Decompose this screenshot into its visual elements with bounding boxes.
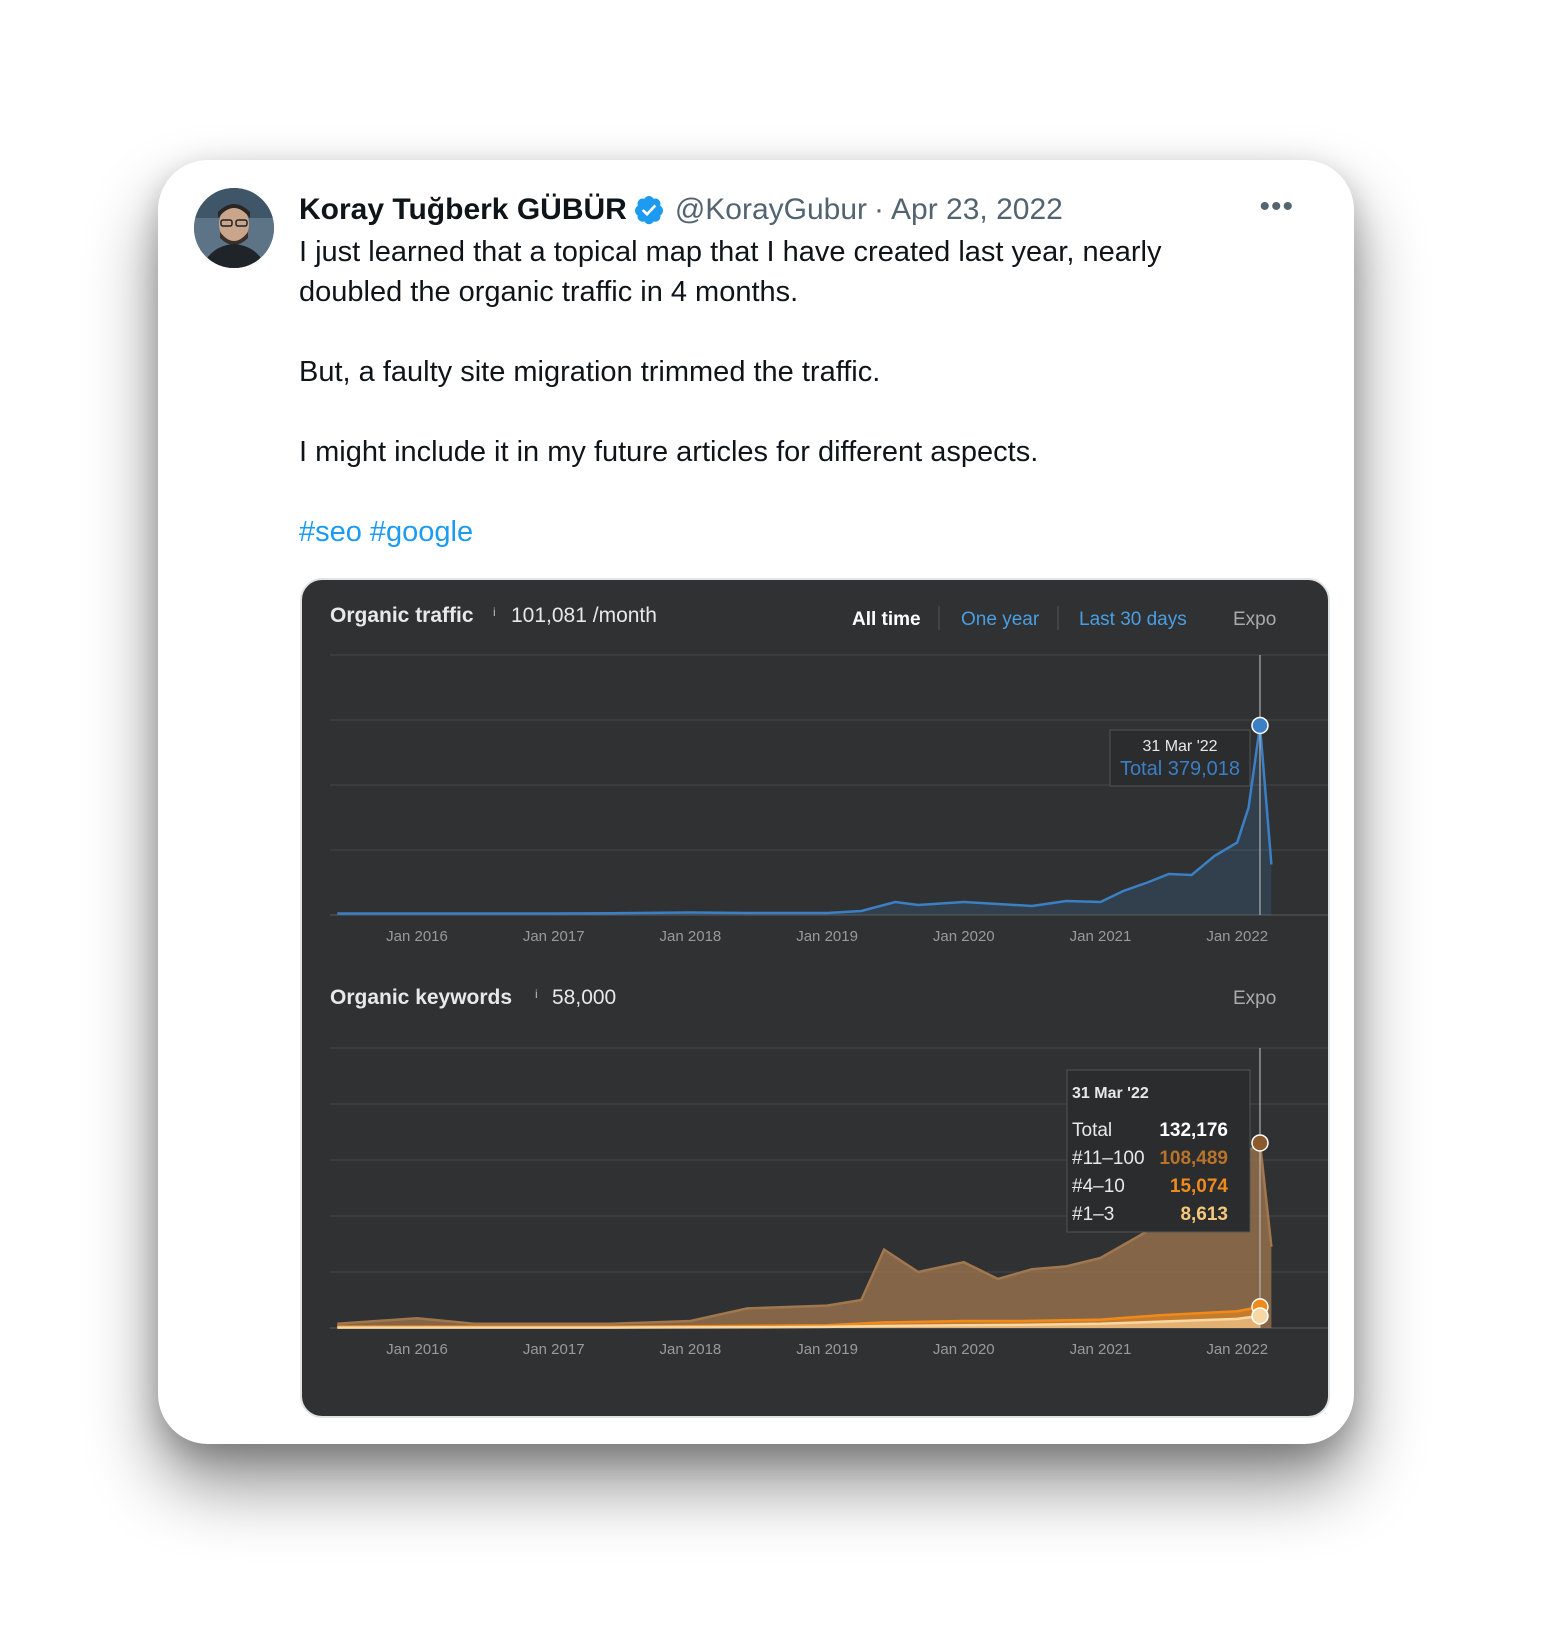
- avatar-photo: [194, 188, 274, 268]
- x-tick-label: Jan 2018: [660, 1341, 722, 1358]
- x-tick-label: Jan 2016: [386, 1341, 448, 1358]
- traffic-header: Organic traffic i 101,081 /month All tim…: [330, 604, 1276, 630]
- avatar[interactable]: [194, 188, 274, 268]
- tweet-header: Koray Tuğberk GÜBÜR @KorayGubur · Apr 23…: [299, 188, 1294, 232]
- x-tick-label: Jan 2017: [523, 1341, 585, 1358]
- keywords-value: 58,000: [552, 986, 616, 1009]
- info-icon[interactable]: i: [493, 605, 496, 619]
- tooltip-total: Total 379,018: [1120, 758, 1240, 780]
- x-tick-label: Jan 2016: [386, 928, 448, 945]
- tooltip-row-value: 15,074: [1170, 1176, 1229, 1197]
- tweet-paragraph: I just learned that a topical map that I…: [299, 236, 1162, 308]
- verified-badge-icon: [634, 196, 663, 225]
- traffic-tooltip: 31 Mar '22 Total 379,018: [1109, 729, 1251, 787]
- more-options-icon[interactable]: •••: [1259, 190, 1294, 224]
- tooltip-row-value: 108,489: [1159, 1148, 1228, 1169]
- tweet-text: I just learned that a topical map that I…: [299, 232, 1219, 552]
- tweet-date[interactable]: Apr 23, 2022: [891, 193, 1063, 227]
- tooltip-row-label: #11–100: [1072, 1148, 1145, 1169]
- x-tick-label: Jan 2022: [1206, 928, 1268, 945]
- export-button[interactable]: Expo: [1233, 988, 1276, 1009]
- x-tick-label: Jan 2021: [1070, 928, 1132, 945]
- x-tick-label: Jan 2019: [796, 1341, 858, 1358]
- x-tick-label: Jan 2020: [933, 1341, 995, 1358]
- traffic-chart: Jan 2016 Jan 2017 Jan 2018 Jan 2019 Jan 2020…: [330, 654, 1328, 945]
- tooltip-date: 31 Mar '22: [1142, 738, 1217, 755]
- export-button[interactable]: Expo: [1233, 609, 1276, 630]
- tooltip-date: 31 Mar '22: [1072, 1085, 1149, 1102]
- info-icon[interactable]: i: [535, 987, 538, 1001]
- tooltip-row-label: #1–3: [1072, 1204, 1114, 1225]
- x-tick-label: Jan 2017: [523, 928, 585, 945]
- seo-charts-screenshot: Organic traffic i 101,081 /month All tim…: [330, 604, 1328, 1358]
- keywords-title: Organic keywords: [330, 986, 512, 1009]
- header-separator: ·: [874, 193, 885, 226]
- keywords-header: Organic keywords i 58,000 Expo: [330, 986, 1276, 1009]
- hover-point: [1251, 716, 1269, 735]
- keywords-tooltip: 31 Mar '22 Total 132,176 #11–100 108,489 #4–…: [1066, 1069, 1251, 1233]
- x-tick-label: Jan 2020: [933, 928, 995, 945]
- hover-point: [1251, 1134, 1269, 1152]
- tooltip-row-value: 8,613: [1180, 1204, 1228, 1225]
- tweet-paragraph: But, a faulty site migration trimmed the…: [299, 356, 881, 388]
- x-tick-label: Jan 2018: [660, 928, 722, 945]
- tooltip-row-label: #4–10: [1072, 1176, 1125, 1197]
- traffic-title: Organic traffic: [330, 604, 474, 627]
- x-tick-label: Jan 2019: [796, 928, 858, 945]
- tweet-paragraph: I might include it in my future articles…: [299, 436, 1039, 468]
- tooltip-row-label: Total: [1072, 1120, 1112, 1141]
- hashtag-link[interactable]: #google: [370, 516, 473, 548]
- hover-point: [1251, 1307, 1269, 1325]
- hashtag-list: #seo #google: [299, 512, 1219, 552]
- author-handle[interactable]: @KorayGubur: [675, 193, 867, 227]
- tweet-media-image[interactable]: Organic traffic i 101,081 /month All tim…: [300, 578, 1330, 1418]
- x-tick-label: Jan 2021: [1070, 1341, 1132, 1358]
- tab-one-year[interactable]: One year: [961, 609, 1040, 630]
- tweet-card: Koray Tuğberk GÜBÜR @KorayGubur · Apr 23…: [158, 160, 1354, 1444]
- x-tick-label: Jan 2022: [1206, 1341, 1268, 1358]
- tab-last-30-days[interactable]: Last 30 days: [1079, 609, 1187, 630]
- traffic-value: 101,081 /month: [511, 604, 657, 627]
- hashtag-link[interactable]: #seo: [299, 516, 362, 548]
- author-name[interactable]: Koray Tuğberk GÜBÜR: [299, 193, 627, 227]
- tooltip-row-value: 132,176: [1159, 1120, 1228, 1141]
- tab-all-time[interactable]: All time: [852, 609, 921, 630]
